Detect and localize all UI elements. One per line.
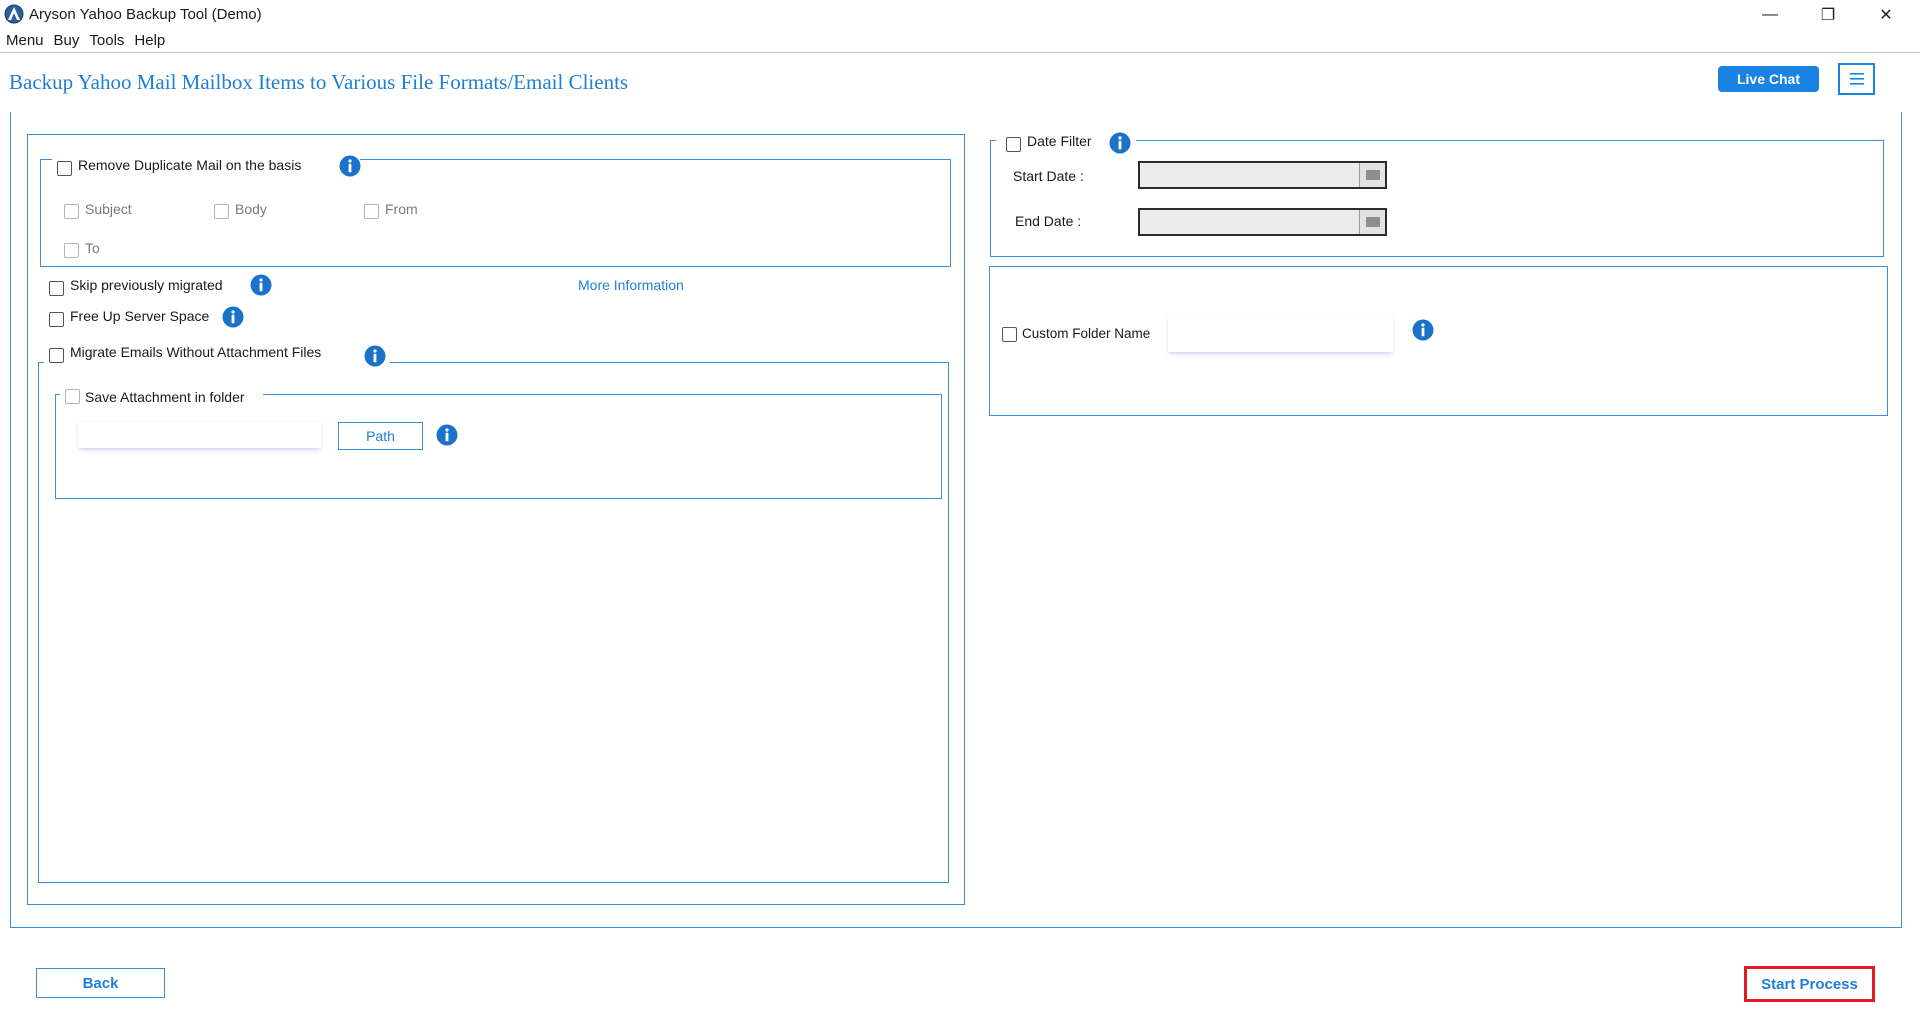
minimize-icon: —	[1762, 5, 1778, 23]
end-date-picker[interactable]	[1138, 208, 1387, 236]
calendar-icon[interactable]	[1359, 163, 1385, 187]
more-information-link[interactable]: More Information	[578, 277, 684, 293]
menu-bar: Menu Buy Tools Help	[0, 29, 1920, 53]
menu-item-buy[interactable]: Buy	[49, 32, 85, 49]
date-filter-checkbox[interactable]	[1006, 137, 1021, 152]
to-label: To	[85, 240, 100, 256]
to-checkbox[interactable]	[64, 243, 79, 258]
minimize-button[interactable]: —	[1742, 0, 1798, 29]
free-up-server-space-label: Free Up Server Space	[70, 308, 210, 324]
hamburger-icon	[1849, 73, 1864, 85]
skip-previously-migrated-checkbox[interactable]	[49, 281, 64, 296]
maximize-button[interactable]: ❐	[1800, 0, 1856, 29]
migrate-without-attachments-label: Migrate Emails Without Attachment Files	[70, 344, 322, 360]
remove-duplicate-label: Remove Duplicate Mail on the basis	[78, 157, 302, 173]
title-bar: Aryson Yahoo Backup Tool (Demo) — ❐ ✕	[0, 0, 1920, 29]
back-button[interactable]: Back	[36, 968, 165, 998]
hamburger-menu-button[interactable]	[1838, 63, 1875, 95]
end-date-label: End Date :	[1015, 213, 1082, 229]
window-title: Aryson Yahoo Backup Tool (Demo)	[29, 6, 262, 23]
info-icon[interactable]	[1109, 132, 1131, 154]
body-checkbox[interactable]	[214, 204, 229, 219]
subject-label: Subject	[85, 201, 132, 217]
custom-folder-label: Custom Folder Name	[1022, 326, 1151, 341]
save-attachment-label: Save Attachment in folder	[85, 389, 245, 405]
menu-item-menu[interactable]: Menu	[0, 32, 49, 49]
attachment-path-input[interactable]	[78, 422, 321, 448]
migrate-without-attachments-checkbox[interactable]	[49, 348, 64, 363]
info-icon[interactable]	[250, 274, 272, 296]
from-checkbox[interactable]	[364, 204, 379, 219]
info-icon[interactable]	[339, 155, 361, 177]
start-process-button[interactable]: Start Process	[1744, 966, 1875, 1002]
save-attachment-checkbox[interactable]	[65, 389, 80, 404]
custom-folder-group	[989, 266, 1888, 416]
skip-previously-migrated-label: Skip previously migrated	[70, 277, 223, 293]
path-button[interactable]: Path	[338, 422, 423, 450]
free-up-server-space-checkbox[interactable]	[49, 312, 64, 327]
date-filter-group	[990, 140, 1884, 257]
start-date-label: Start Date :	[1013, 168, 1084, 184]
body-label: Body	[235, 201, 267, 217]
close-button[interactable]: ✕	[1858, 0, 1914, 29]
subject-checkbox[interactable]	[64, 204, 79, 219]
page-title: Backup Yahoo Mail Mailbox Items to Vario…	[9, 70, 629, 94]
calendar-icon[interactable]	[1359, 210, 1385, 234]
info-icon[interactable]	[222, 306, 244, 328]
menu-item-tools[interactable]: Tools	[84, 32, 129, 49]
remove-duplicate-group	[40, 159, 951, 267]
app-logo-icon	[4, 4, 24, 24]
custom-folder-input[interactable]	[1168, 316, 1393, 352]
menu-item-help[interactable]: Help	[129, 32, 170, 49]
start-date-picker[interactable]	[1138, 161, 1387, 189]
info-icon[interactable]	[1412, 319, 1434, 341]
close-icon: ✕	[1879, 6, 1893, 24]
custom-folder-checkbox[interactable]	[1002, 327, 1017, 342]
info-icon[interactable]	[364, 345, 386, 367]
remove-duplicate-checkbox[interactable]	[57, 161, 72, 176]
info-icon[interactable]	[436, 424, 458, 446]
from-label: From	[385, 201, 418, 217]
restore-icon: ❐	[1820, 6, 1836, 24]
date-filter-label: Date Filter	[1027, 133, 1092, 149]
live-chat-button[interactable]: Live Chat	[1718, 66, 1819, 92]
